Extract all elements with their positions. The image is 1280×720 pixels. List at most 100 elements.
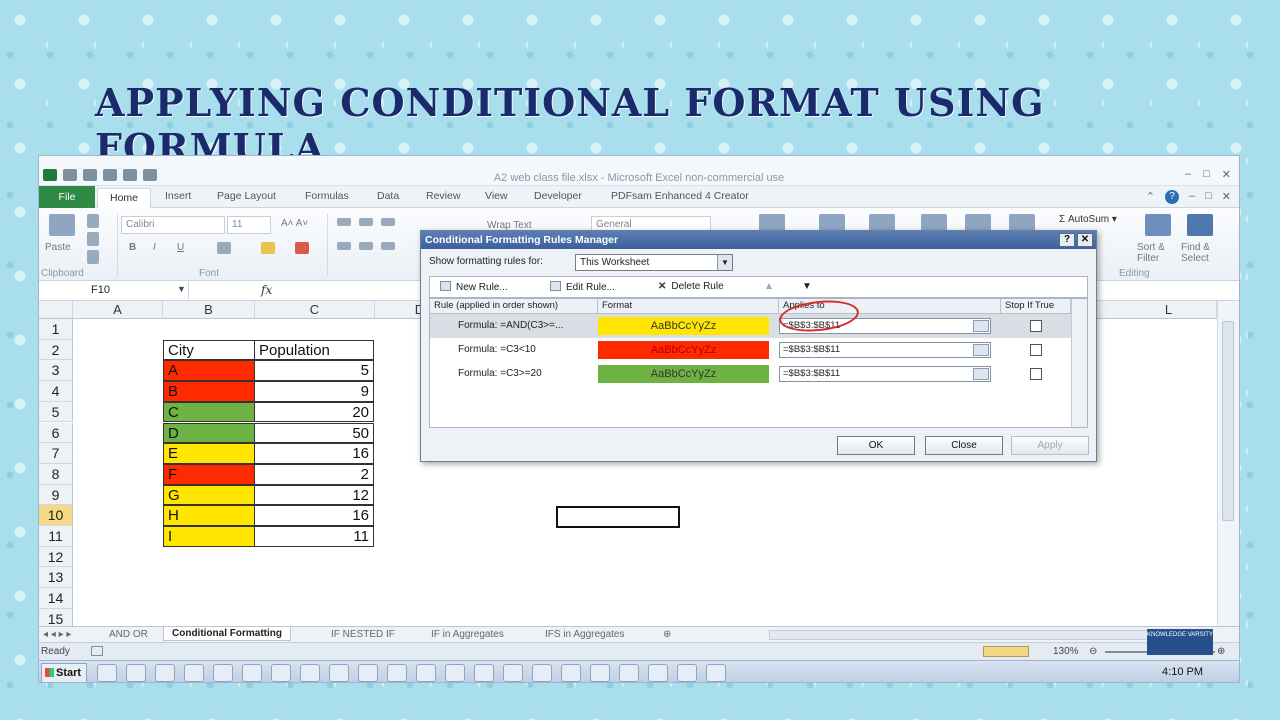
population-cell[interactable]: 50 [254,422,374,444]
row-header[interactable]: 9 [39,484,73,506]
population-cell[interactable]: 2 [254,463,374,485]
taskbar-chrome-icon[interactable] [242,664,262,682]
borders-icon[interactable] [217,242,231,254]
cut-icon[interactable] [87,214,99,228]
rules-scrollbar[interactable] [1071,299,1087,427]
column-header-a[interactable]: A [73,301,163,319]
taskbar-app-icon[interactable] [387,664,407,682]
population-cell[interactable]: 11 [254,526,374,547]
range-picker-icon[interactable] [973,368,989,380]
row-header[interactable]: 13 [39,567,73,589]
taskbar-app-icon[interactable] [213,664,233,682]
align-top-icon[interactable] [337,218,351,226]
applies-to-input[interactable]: =$B$3:$B$11 [779,318,991,334]
apply-button[interactable]: Apply [1011,436,1089,455]
row-header[interactable]: 6 [39,422,73,444]
tab-review[interactable]: Review [426,190,460,202]
column-header-b[interactable]: B [163,301,255,319]
name-box[interactable]: F10 [39,282,189,299]
chevron-down-icon[interactable]: ▼ [717,255,732,270]
city-cell[interactable]: G [163,484,255,506]
sheet-tab-and-or[interactable]: AND OR [109,629,148,640]
taskbar-app-icon[interactable] [648,664,668,682]
macro-record-icon[interactable] [91,646,103,656]
tab-developer[interactable]: Developer [534,190,582,202]
sheet-tab-if-nested-if[interactable]: IF NESTED IF [331,629,395,640]
dialog-help-button[interactable]: ? [1059,233,1075,247]
doc-restore-button[interactable]: □ [1205,190,1212,204]
move-down-icon[interactable]: ▼ [802,281,812,292]
autosum-button[interactable]: Σ AutoSum ▾ [1059,214,1117,225]
scrollbar-thumb[interactable] [1222,321,1234,521]
row-header[interactable]: 11 [39,526,73,547]
population-cell[interactable]: 16 [254,443,374,464]
population-cell[interactable]: 12 [254,484,374,506]
grow-font-icon[interactable]: A˄ A˅ [281,218,308,229]
column-header-c[interactable]: C [255,301,375,319]
sheet-tab-if-in-aggregates[interactable]: IF in Aggregates [431,629,504,640]
horizontal-scrollbar[interactable] [769,630,1209,640]
taskbar-app-icon[interactable] [300,664,320,682]
row-header[interactable]: 3 [39,360,73,382]
copy-icon[interactable] [87,232,99,246]
align-right-icon[interactable] [381,242,395,250]
applies-to-input[interactable]: =$B$3:$B$11 [779,342,991,358]
vertical-scrollbar[interactable] [1217,301,1239,626]
city-cell[interactable]: E [163,443,255,464]
sheet-tab-conditional-formatting[interactable]: Conditional Formatting [163,627,291,641]
delete-rule-button[interactable]: ✕ Delete Rule [658,281,724,292]
taskbar-app-icon[interactable] [126,664,146,682]
insert-sheet-icon[interactable]: ⊕ [663,629,671,640]
stop-if-true-checkbox[interactable] [1030,344,1042,356]
header-cell-population[interactable]: Population [254,339,374,361]
zoom-in-icon[interactable]: ⊕ [1217,646,1225,657]
tab-file[interactable]: File [39,186,95,208]
column-header-l[interactable]: L [1121,301,1217,319]
tab-home[interactable]: Home [97,188,152,208]
edit-rule-button[interactable]: Edit Rule... [550,281,615,293]
taskbar-app-icon[interactable] [561,664,581,682]
taskbar-app-icon[interactable] [97,664,117,682]
row-header[interactable]: 7 [39,443,73,464]
tab-formulas[interactable]: Formulas [305,190,349,202]
tab-insert[interactable]: Insert [165,190,191,202]
header-cell-city[interactable]: City [163,339,255,361]
help-icon[interactable]: ? [1165,190,1179,204]
zoom-out-icon[interactable]: ⊖ [1089,646,1097,657]
taskbar-app-icon[interactable] [445,664,465,682]
tab-pdfsam[interactable]: PDFsam Enhanced 4 Creator [611,190,749,202]
maximize-button[interactable]: □ [1203,168,1210,181]
city-cell[interactable]: F [163,463,255,485]
close-window-button[interactable]: ✕ [1222,168,1231,181]
find-select-button[interactable]: Find & Select [1181,242,1223,264]
close-button[interactable]: Close [925,436,1003,455]
taskbar-app-icon[interactable] [619,664,639,682]
taskbar-app-icon[interactable] [503,664,523,682]
italic-button[interactable]: I [153,242,156,253]
sheet-tab-ifs-in-aggregates[interactable]: IFS in Aggregates [545,629,625,640]
sort-filter-button[interactable]: Sort & Filter [1137,242,1179,264]
taskbar-app-icon[interactable] [358,664,378,682]
sort-filter-icon[interactable] [1145,214,1171,236]
format-painter-ribbon-icon[interactable] [87,250,99,264]
fill-color-icon[interactable] [261,242,275,254]
population-cell[interactable]: 9 [254,381,374,402]
taskbar-app-icon[interactable] [155,664,175,682]
stop-if-true-checkbox[interactable] [1030,320,1042,332]
city-cell[interactable]: I [163,526,255,547]
taskbar-word-icon[interactable] [532,664,552,682]
city-cell[interactable]: A [163,360,255,382]
taskbar-app-icon[interactable] [271,664,291,682]
city-cell[interactable]: C [163,401,255,423]
tab-page-layout[interactable]: Page Layout [217,190,276,202]
rule-row[interactable]: Formula: =AND(C3>=... AaBbCcYyZz =$B$3:$B$… [430,314,1071,338]
population-cell[interactable]: 16 [254,505,374,526]
row-header[interactable]: 14 [39,588,73,609]
font-size-select[interactable]: 11 [227,216,271,234]
move-up-icon[interactable]: ▲ [764,281,774,292]
taskbar-app-icon[interactable] [677,664,697,682]
row-header[interactable]: 2 [39,339,73,361]
row-header[interactable]: 8 [39,463,73,485]
taskbar-app-icon[interactable] [706,664,726,682]
find-select-icon[interactable] [1187,214,1213,236]
